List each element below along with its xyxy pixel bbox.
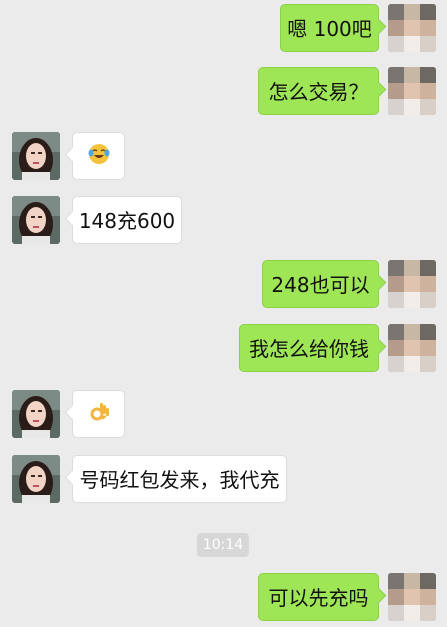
- contact-avatar[interactable]: [12, 132, 60, 180]
- contact-avatar-icon: [12, 390, 60, 438]
- message-row: 号码红包发来，我代充: [0, 455, 447, 503]
- received-message-bubble[interactable]: [64, 132, 125, 183]
- self-avatar[interactable]: [388, 260, 436, 308]
- message-row: [0, 132, 447, 180]
- self-avatar[interactable]: [388, 67, 436, 115]
- self-avatar[interactable]: [388, 573, 436, 621]
- message-row: 嗯 100吧: [0, 4, 447, 52]
- received-message-bubble[interactable]: [64, 390, 125, 441]
- contact-avatar[interactable]: [12, 196, 60, 244]
- message-text: 248也可以: [271, 273, 370, 297]
- self-avatar-pixelated-icon: [388, 260, 436, 308]
- message-text: 我怎么给你钱: [249, 337, 369, 361]
- message-row: 我怎么给你钱: [0, 324, 447, 372]
- self-avatar-pixelated-icon: [388, 67, 436, 115]
- sent-message-bubble[interactable]: 可以先充吗: [258, 573, 387, 621]
- message-row: 248也可以: [0, 260, 447, 308]
- contact-avatar-icon: [12, 455, 60, 503]
- contact-avatar[interactable]: [12, 390, 60, 438]
- message-text: 148充600: [78, 209, 176, 233]
- received-message-bubble[interactable]: 148充600: [64, 196, 182, 244]
- sent-message-bubble[interactable]: 我怎么给你钱: [239, 324, 387, 372]
- tears-of-joy-emoji-icon: [87, 135, 111, 183]
- message-row: 可以先充吗: [0, 573, 447, 621]
- sent-message-bubble[interactable]: 248也可以: [262, 260, 387, 308]
- self-avatar[interactable]: [388, 324, 436, 372]
- self-avatar-pixelated-icon: [388, 4, 436, 52]
- message-row: 怎么交易？: [0, 67, 447, 115]
- contact-avatar-icon: [12, 132, 60, 180]
- message-row: 148充600: [0, 196, 447, 244]
- self-avatar[interactable]: [388, 4, 436, 52]
- chat-window: 嗯 100吧 怎么交易？ 148充600 248也可以 我怎么给你钱 号码红包发…: [0, 0, 447, 627]
- received-message-bubble[interactable]: 号码红包发来，我代充: [64, 455, 287, 503]
- message-row: [0, 390, 447, 438]
- self-avatar-pixelated-icon: [388, 324, 436, 372]
- contact-avatar-icon: [12, 196, 60, 244]
- message-text: 可以先充吗: [268, 586, 369, 610]
- message-text: 嗯 100吧: [287, 17, 372, 41]
- sent-message-bubble[interactable]: 怎么交易？: [258, 67, 387, 115]
- contact-avatar[interactable]: [12, 455, 60, 503]
- message-text: 号码红包发来，我代充: [79, 468, 280, 492]
- message-text: 怎么交易？: [268, 80, 369, 104]
- ok-hand-emoji-icon: [87, 393, 111, 441]
- sent-message-bubble[interactable]: 嗯 100吧: [280, 4, 387, 52]
- self-avatar-pixelated-icon: [388, 573, 436, 621]
- timestamp-label: 10:14: [197, 533, 249, 557]
